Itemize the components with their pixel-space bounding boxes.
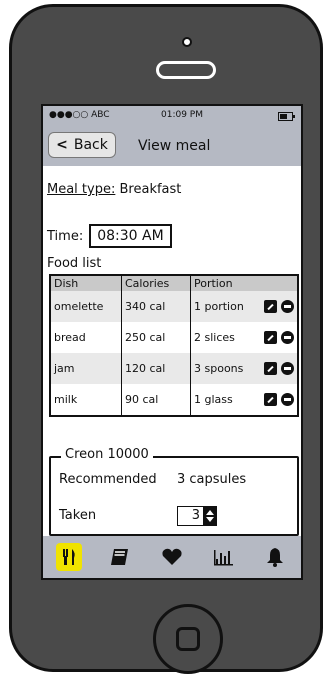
portion-cell: 1 glass <box>191 384 299 416</box>
meal-type-row: Meal type: Breakfast <box>47 182 181 197</box>
nav-bar: < Back View meal <box>43 126 301 166</box>
tab-meal[interactable] <box>55 543 82 571</box>
status-time: 01:09 PM <box>161 110 203 120</box>
portion-text: 3 spoons <box>194 362 244 375</box>
column-header-calories: Calories <box>121 275 191 291</box>
home-button[interactable] <box>153 604 223 674</box>
home-icon <box>176 627 200 651</box>
column-header-dish: Dish <box>50 275 122 291</box>
edit-icon[interactable] <box>264 331 277 344</box>
table-row: jam 120 cal 3 spoons <box>50 353 298 384</box>
table-row: omelette 340 cal 1 portion <box>50 291 298 322</box>
portion-text: 2 slices <box>194 331 235 344</box>
back-label: Back <box>73 137 108 153</box>
remove-icon[interactable] <box>281 393 294 406</box>
taken-stepper[interactable]: 3 <box>177 506 217 526</box>
remove-icon[interactable] <box>281 362 294 375</box>
recommended-value: 3 capsules <box>177 472 247 487</box>
portion-text: 1 portion <box>194 300 244 313</box>
edit-icon[interactable] <box>264 393 277 406</box>
calories-cell: 120 cal <box>121 353 191 384</box>
speaker <box>156 61 216 79</box>
portion-cell: 1 portion <box>190 291 298 322</box>
calories-cell: 250 cal <box>121 322 191 353</box>
creon-panel: Creon 10000 Recommended 3 capsules Taken… <box>49 447 299 536</box>
remove-icon[interactable] <box>281 331 294 344</box>
carrier-signal: ●●●○○ ABC <box>49 110 110 120</box>
remove-icon[interactable] <box>281 300 294 313</box>
chevron-left-icon: < <box>56 137 68 153</box>
time-row: Time: 08:30 AM <box>47 224 172 248</box>
tab-stats[interactable] <box>211 543 237 571</box>
tab-reminders[interactable] <box>262 543 288 571</box>
book-icon <box>111 549 129 565</box>
page-title: View meal <box>138 138 211 154</box>
calories-cell: 340 cal <box>121 291 191 322</box>
table-row: bread 250 cal 2 slices <box>50 322 298 353</box>
meal-icon <box>62 549 75 565</box>
calories-cell: 90 cal <box>121 384 191 416</box>
camera <box>182 37 192 47</box>
time-field[interactable]: 08:30 AM <box>89 224 172 248</box>
stepper-buttons[interactable] <box>203 507 216 525</box>
dish-cell: jam <box>50 353 122 384</box>
table-header: Dish Calories Portion <box>50 275 298 291</box>
food-table: Dish Calories Portion omelette 340 cal 1… <box>49 274 299 417</box>
phone-screen: ●●●○○ ABC 01:09 PM < Back View meal Meal… <box>41 104 303 580</box>
dish-cell: bread <box>50 322 122 353</box>
food-list-title: Food list <box>47 256 102 271</box>
table-row: milk 90 cal 1 glass <box>50 384 298 416</box>
edit-icon[interactable] <box>264 300 277 313</box>
decrement-icon[interactable] <box>205 517 214 522</box>
chart-icon <box>213 550 233 566</box>
dish-cell: milk <box>50 384 122 416</box>
portion-cell: 2 slices <box>191 322 299 353</box>
battery-icon <box>278 112 295 121</box>
taken-value[interactable]: 3 <box>178 507 203 525</box>
meal-type-value: Breakfast <box>119 182 182 197</box>
meal-type-label: Meal type: <box>47 182 116 197</box>
bell-icon <box>267 548 284 567</box>
edit-icon[interactable] <box>264 362 277 375</box>
time-label: Time: <box>47 228 84 244</box>
dish-cell: omelette <box>50 291 122 322</box>
tab-health[interactable] <box>159 543 185 571</box>
increment-icon[interactable] <box>205 510 214 515</box>
creon-title: Creon 10000 <box>61 447 153 462</box>
portion-cell: 3 spoons <box>190 353 298 384</box>
back-button[interactable]: < Back <box>48 132 116 158</box>
taken-label: Taken <box>59 508 97 523</box>
tab-bar <box>43 536 301 578</box>
recommended-label: Recommended <box>59 472 157 487</box>
status-bar: ●●●○○ ABC 01:09 PM <box>43 106 301 126</box>
heart-icon <box>162 548 182 565</box>
portion-text: 1 glass <box>194 393 233 406</box>
tab-diary[interactable] <box>107 543 133 571</box>
column-header-portion: Portion <box>190 275 298 291</box>
